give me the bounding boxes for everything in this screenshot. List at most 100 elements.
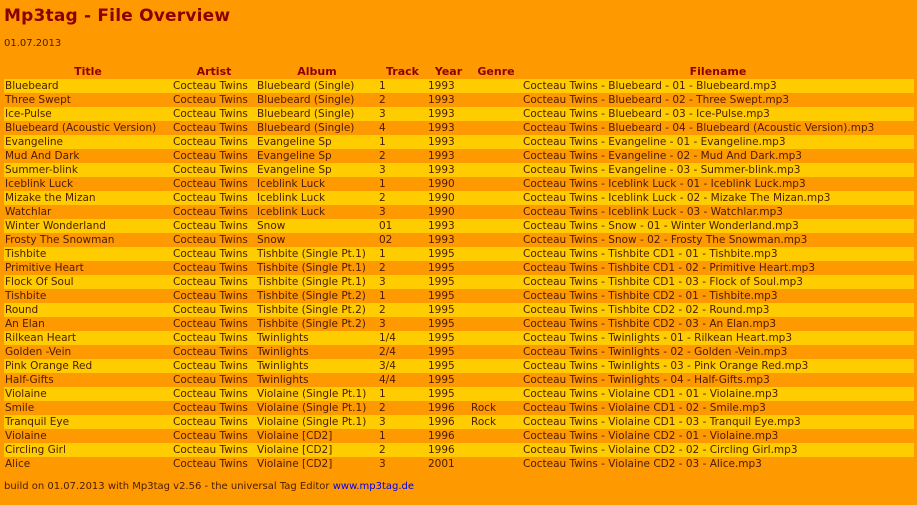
year-cell: 1995 xyxy=(427,261,470,275)
track-cell: 2 xyxy=(378,149,427,163)
album-cell: Iceblink Luck xyxy=(256,177,378,191)
title-cell: Tishbite xyxy=(4,247,172,261)
genre-cell xyxy=(470,359,522,373)
filename-cell: Cocteau Twins - Evangeline - 01 - Evange… xyxy=(522,135,914,149)
artist-cell: Cocteau Twins xyxy=(172,149,256,163)
mp3tag-website-link[interactable]: www.mp3tag.de xyxy=(333,481,414,492)
title-cell: Smile xyxy=(4,401,172,415)
album-cell: Violaine [CD2] xyxy=(256,457,378,471)
year-cell: 1993 xyxy=(427,233,470,247)
album-cell: Tishbite (Single Pt.2) xyxy=(256,303,378,317)
genre-cell xyxy=(470,289,522,303)
genre-cell xyxy=(470,205,522,219)
filename-cell: Cocteau Twins - Bluebeard - 04 - Bluebea… xyxy=(522,121,914,135)
artist-cell: Cocteau Twins xyxy=(172,79,256,93)
year-cell: 1993 xyxy=(427,93,470,107)
track-cell: 02 xyxy=(378,233,427,247)
table-row: Alice Cocteau Twins Violaine [CD2] 3 2001 Coc… xyxy=(4,457,914,471)
artist-cell: Cocteau Twins xyxy=(172,247,256,261)
album-cell: Evangeline Sp xyxy=(256,135,378,149)
artist-cell: Cocteau Twins xyxy=(172,401,256,415)
year-cell: 1995 xyxy=(427,247,470,261)
title-cell: Three Swept xyxy=(4,93,172,107)
table-row: Rilkean Heart Cocteau Twins Twinlights 1/4 1… xyxy=(4,331,914,345)
genre-cell: Rock xyxy=(470,401,522,415)
artist-cell: Cocteau Twins xyxy=(172,303,256,317)
filename-cell: Cocteau Twins - Tishbite CD1 - 01 - Tish… xyxy=(522,247,914,261)
filename-cell: Cocteau Twins - Evangeline - 02 - Mud An… xyxy=(522,149,914,163)
title-cell: Iceblink Luck xyxy=(4,177,172,191)
album-cell: Twinlights xyxy=(256,373,378,387)
track-cell: 3 xyxy=(378,457,427,471)
genre-cell xyxy=(470,149,522,163)
genre-cell xyxy=(470,275,522,289)
album-cell: Twinlights xyxy=(256,331,378,345)
track-cell: 2 xyxy=(378,191,427,205)
column-header-filename: Filename xyxy=(689,64,747,78)
genre-cell xyxy=(470,219,522,233)
track-cell: 1/4 xyxy=(378,331,427,345)
track-cell: 3 xyxy=(378,415,427,429)
filename-cell: Cocteau Twins - Violaine CD2 - 01 - Viol… xyxy=(522,429,914,443)
genre-cell xyxy=(470,331,522,345)
artist-cell: Cocteau Twins xyxy=(172,387,256,401)
table-row: Circling Girl Cocteau Twins Violaine [CD2]… xyxy=(4,443,914,457)
genre-cell xyxy=(470,93,522,107)
track-cell: 2 xyxy=(378,303,427,317)
year-cell: 1996 xyxy=(427,429,470,443)
filename-cell: Cocteau Twins - Iceblink Luck - 03 - Wat… xyxy=(522,205,914,219)
title-cell: Mud And Dark xyxy=(4,149,172,163)
column-header-year: Year xyxy=(434,64,463,78)
genre-cell xyxy=(470,121,522,135)
genre-cell xyxy=(470,373,522,387)
artist-cell: Cocteau Twins xyxy=(172,177,256,191)
table-row: Pink Orange Red Cocteau Twins Twinlights 3/… xyxy=(4,359,914,373)
filename-cell: Cocteau Twins - Evangeline - 03 - Summer… xyxy=(522,163,914,177)
table-row: Tishbite Cocteau Twins Tishbite (Single Pt… xyxy=(4,289,914,303)
table-row: Violaine Cocteau Twins Violaine (Single Pt… xyxy=(4,387,914,401)
table-row: An Elan Cocteau Twins Tishbite (Single Pt.… xyxy=(4,317,914,331)
artist-cell: Cocteau Twins xyxy=(172,443,256,457)
track-cell: 3 xyxy=(378,107,427,121)
track-cell: 1 xyxy=(378,135,427,149)
album-cell: Violaine (Single Pt.1) xyxy=(256,415,378,429)
year-cell: 1993 xyxy=(427,219,470,233)
table-row: Ice-Pulse Cocteau Twins Bluebeard (Single)… xyxy=(4,107,914,121)
track-cell: 01 xyxy=(378,219,427,233)
track-cell: 1 xyxy=(378,387,427,401)
column-header-artist: Artist xyxy=(196,64,232,78)
title-cell: Evangeline xyxy=(4,135,172,149)
table-row: Evangeline Cocteau Twins Evangeline Sp 1 199… xyxy=(4,135,914,149)
title-cell: Violaine xyxy=(4,387,172,401)
filename-cell: Cocteau Twins - Twinlights - 02 - Golden… xyxy=(522,345,914,359)
artist-cell: Cocteau Twins xyxy=(172,205,256,219)
track-cell: 4/4 xyxy=(378,373,427,387)
genre-cell xyxy=(470,303,522,317)
table-row: Iceblink Luck Cocteau Twins Iceblink Luck 1… xyxy=(4,177,914,191)
filename-cell: Cocteau Twins - Twinlights - 04 - Half-G… xyxy=(522,373,914,387)
genre-cell xyxy=(470,233,522,247)
table-row: Mizake the Mizan Cocteau Twins Iceblink Lu… xyxy=(4,191,914,205)
filename-cell: Cocteau Twins - Tishbite CD1 - 02 - Prim… xyxy=(522,261,914,275)
genre-cell xyxy=(470,191,522,205)
genre-cell xyxy=(470,345,522,359)
year-cell: 1990 xyxy=(427,177,470,191)
year-cell: 1995 xyxy=(427,317,470,331)
filename-cell: Cocteau Twins - Tishbite CD2 - 03 - An E… xyxy=(522,317,914,331)
filename-cell: Cocteau Twins - Violaine CD1 - 03 - Tran… xyxy=(522,415,914,429)
table-row: Watchlar Cocteau Twins Iceblink Luck 3 1990 C… xyxy=(4,205,914,219)
column-header-album: Album xyxy=(297,64,337,78)
album-cell: Tishbite (Single Pt.1) xyxy=(256,247,378,261)
genre-cell xyxy=(470,317,522,331)
genre-cell xyxy=(470,177,522,191)
album-cell: Bluebeard (Single) xyxy=(256,79,378,93)
filename-cell: Cocteau Twins - Tishbite CD2 - 01 - Tish… xyxy=(522,289,914,303)
artist-cell: Cocteau Twins xyxy=(172,289,256,303)
genre-cell: Rock xyxy=(470,415,522,429)
table-row: Tishbite Cocteau Twins Tishbite (Single Pt… xyxy=(4,247,914,261)
year-cell: 1995 xyxy=(427,345,470,359)
year-cell: 1996 xyxy=(427,401,470,415)
export-date: 01.07.2013 xyxy=(4,38,62,49)
artist-cell: Cocteau Twins xyxy=(172,233,256,247)
year-cell: 1995 xyxy=(427,289,470,303)
